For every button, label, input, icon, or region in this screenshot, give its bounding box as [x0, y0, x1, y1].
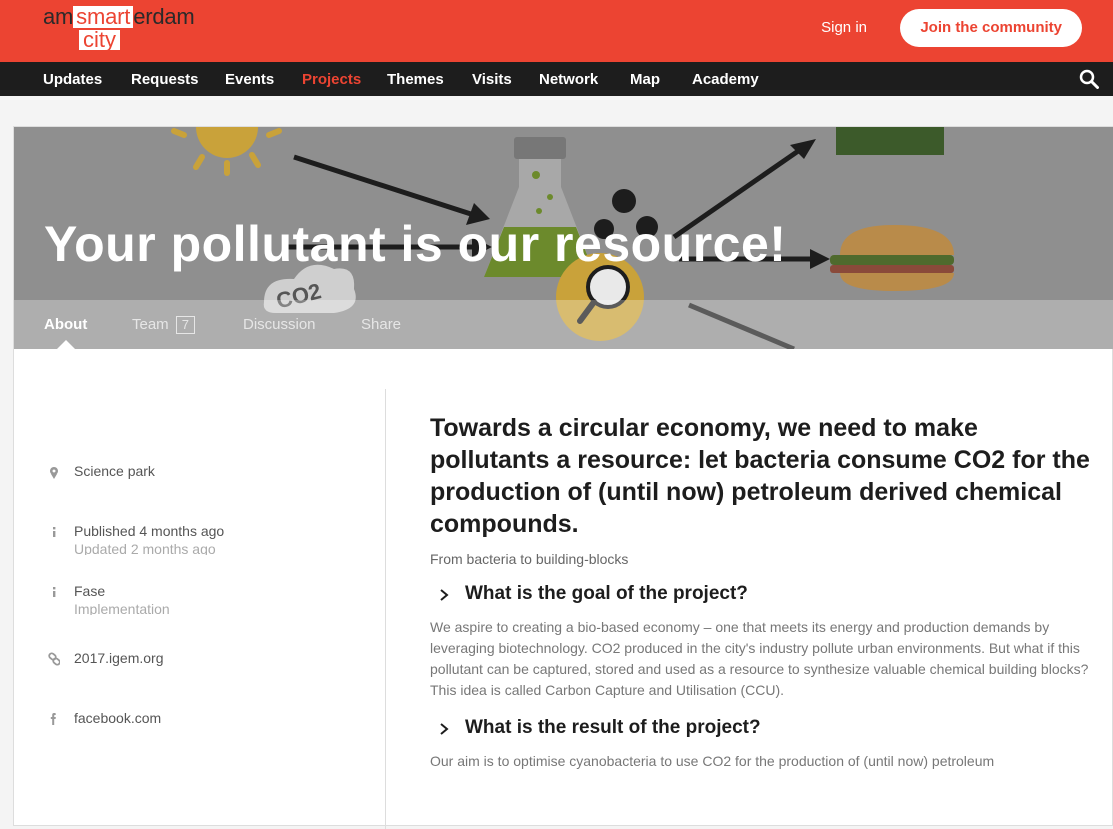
info-icon: [53, 587, 56, 597]
tab-team[interactable]: Team 7: [132, 316, 195, 334]
main-nav: Updates Requests Events Projects Themes …: [0, 62, 1113, 96]
amsterdam-smart-city-logo[interactable]: am smart erdam city: [43, 6, 223, 52]
result-section-header[interactable]: What is the result of the project?: [430, 717, 1090, 741]
project-tabs: About Team 7 Discussion Share: [14, 300, 1113, 349]
team-count-badge: 7: [175, 316, 195, 334]
facebook-link[interactable]: facebook.com: [74, 710, 161, 726]
tab-team-label: Team: [132, 316, 169, 333]
join-community-button[interactable]: Join the community: [900, 9, 1082, 47]
tab-about[interactable]: About: [44, 316, 87, 333]
logo-text-city: city: [79, 29, 120, 51]
nav-themes[interactable]: Themes: [387, 71, 444, 88]
published-text: Published 4 months ago: [74, 523, 225, 539]
phase-value: Implementation: [74, 601, 170, 615]
facebook-icon: [50, 713, 56, 725]
logo-text-erdam: erdam: [133, 4, 195, 29]
sun-illustration: [171, 127, 282, 176]
project-meta-sidebar: Science park Published 4 months ago Upda…: [14, 389, 386, 829]
chevron-right-icon: [440, 723, 449, 735]
project-title: Your pollutant is our resource!: [44, 216, 787, 272]
logo-text-smart: smart: [73, 6, 134, 28]
project-card: CO2 Your pollutant is our resource! Abou…: [13, 126, 1113, 829]
updated-text: Updated 2 months ago: [74, 541, 216, 555]
nav-network[interactable]: Network: [539, 71, 598, 88]
logo-text-am: am: [43, 4, 74, 29]
phase-label: Fase: [74, 583, 106, 599]
top-bar: am smart erdam city Sign in Join the commu…: [0, 0, 1113, 62]
info-icon: [53, 527, 56, 537]
goal-section-header[interactable]: What is the goal of the project?: [430, 583, 1090, 607]
nav-academy[interactable]: Academy: [692, 71, 759, 88]
nav-requests[interactable]: Requests: [131, 71, 199, 88]
result-question: What is the result of the project?: [465, 717, 761, 738]
search-icon[interactable]: [1079, 69, 1099, 89]
website-link[interactable]: 2017.igem.org: [74, 650, 164, 666]
nav-projects[interactable]: Projects: [302, 71, 361, 88]
nav-updates[interactable]: Updates: [43, 71, 102, 88]
chevron-right-icon: [440, 589, 449, 601]
nav-events[interactable]: Events: [225, 71, 274, 88]
green-block-illustration: [836, 127, 944, 155]
goal-question: What is the goal of the project?: [465, 583, 748, 604]
logo-line-1: am smart erdam: [43, 6, 195, 28]
nav-visits[interactable]: Visits: [472, 71, 512, 88]
nav-map[interactable]: Map: [630, 71, 660, 88]
project-headline: Towards a circular economy, we need to m…: [430, 414, 1090, 538]
tab-discussion[interactable]: Discussion: [243, 316, 316, 333]
link-icon: [48, 652, 60, 666]
project-description: Towards a circular economy, we need to m…: [430, 412, 1090, 772]
active-tab-indicator: [57, 340, 75, 349]
goal-paragraph: We aspire to creating a bio-based econom…: [430, 619, 1089, 698]
location-text: Science park: [74, 463, 155, 479]
project-subheading: From bacteria to building-blocks: [430, 551, 629, 567]
sign-in-link[interactable]: Sign in: [821, 19, 867, 36]
hero-banner: CO2 Your pollutant is our resource! Abou…: [14, 127, 1113, 349]
tab-share[interactable]: Share: [361, 316, 401, 333]
result-paragraph: Our aim is to optimise cyanobacteria to …: [430, 753, 995, 769]
sandwich-illustration: [830, 225, 954, 291]
location-pin-icon: [49, 467, 58, 479]
